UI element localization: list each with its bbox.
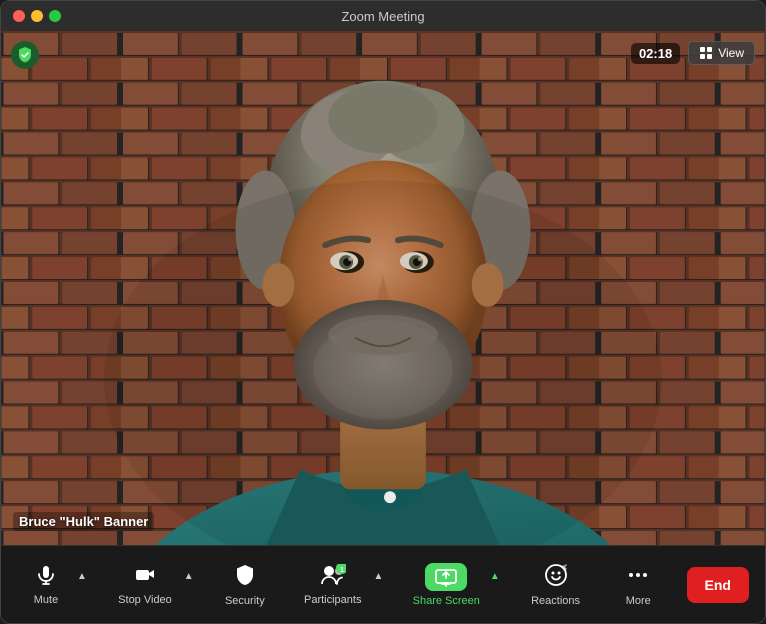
share-screen-icon-bg bbox=[425, 563, 467, 591]
maximize-button[interactable] bbox=[49, 10, 61, 22]
stop-video-label: Stop Video bbox=[118, 594, 172, 606]
video-chevron[interactable]: ▲ bbox=[182, 567, 196, 586]
stop-video-group: Stop Video ▲ bbox=[108, 558, 196, 612]
participant-name: Bruce "Hulk" Banner bbox=[13, 512, 154, 531]
security-shield-icon bbox=[11, 41, 39, 69]
close-button[interactable] bbox=[13, 10, 25, 22]
more-icon bbox=[626, 563, 650, 591]
participants-icon: 1 bbox=[320, 564, 346, 590]
view-label: View bbox=[718, 46, 744, 60]
share-screen-group: Share Screen ▲ bbox=[405, 559, 502, 611]
grid-icon bbox=[699, 46, 713, 60]
reactions-icon bbox=[544, 563, 568, 591]
reactions-button[interactable]: Reactions bbox=[521, 557, 590, 613]
security-button[interactable]: Security bbox=[215, 557, 275, 613]
microphone-icon bbox=[35, 564, 57, 590]
zoom-window: Zoom Meeting bbox=[0, 0, 766, 624]
title-bar: Zoom Meeting bbox=[1, 1, 765, 31]
share-screen-button[interactable]: Share Screen bbox=[405, 559, 488, 611]
end-button[interactable]: End bbox=[687, 567, 749, 603]
mute-chevron[interactable]: ▲ bbox=[75, 567, 89, 586]
participants-chevron[interactable]: ▲ bbox=[371, 567, 385, 586]
meeting-timer: 02:18 bbox=[631, 43, 680, 64]
video-icon bbox=[134, 564, 156, 590]
share-screen-icon bbox=[434, 567, 458, 587]
window-title: Zoom Meeting bbox=[341, 9, 424, 24]
more-button[interactable]: More bbox=[609, 557, 667, 613]
share-screen-label: Share Screen bbox=[413, 595, 480, 607]
shield-icon bbox=[234, 563, 256, 591]
video-feed bbox=[1, 31, 765, 545]
security-label: Security bbox=[225, 595, 265, 607]
share-chevron[interactable]: ▲ bbox=[488, 567, 502, 586]
mute-label: Mute bbox=[34, 594, 58, 606]
view-button[interactable]: View bbox=[688, 41, 755, 65]
participants-group: 1 Participants ▲ bbox=[294, 558, 385, 612]
svg-text:1: 1 bbox=[340, 567, 344, 574]
minimize-button[interactable] bbox=[31, 10, 43, 22]
video-area: 02:18 View Bruce "Hulk" Banner bbox=[1, 31, 765, 545]
mute-button[interactable]: Mute bbox=[17, 558, 75, 612]
stop-video-button[interactable]: Stop Video bbox=[108, 558, 182, 612]
reactions-label: Reactions bbox=[531, 595, 580, 607]
more-label: More bbox=[626, 595, 651, 607]
toolbar: Mute ▲ Stop Video ▲ bbox=[1, 545, 765, 623]
participants-label: Participants bbox=[304, 594, 361, 606]
top-controls: 02:18 View bbox=[631, 41, 755, 65]
participants-button[interactable]: 1 Participants bbox=[294, 558, 371, 612]
mute-group: Mute ▲ bbox=[17, 558, 89, 612]
traffic-lights bbox=[13, 10, 61, 22]
